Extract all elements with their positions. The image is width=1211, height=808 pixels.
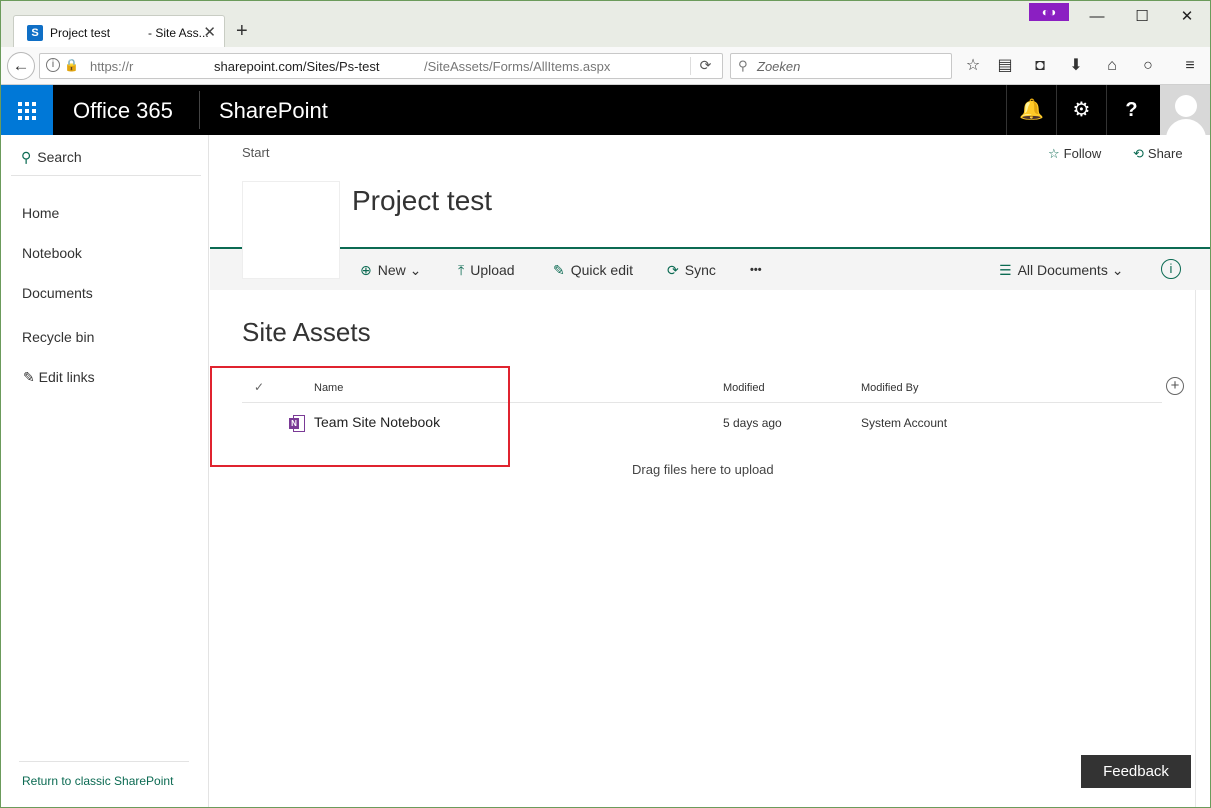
share-button[interactable]: ⟲ Share xyxy=(1133,146,1183,162)
breadcrumb[interactable]: Start xyxy=(242,145,269,160)
star-icon: ☆ xyxy=(1048,146,1060,161)
pencil-icon: ✎ xyxy=(23,369,35,385)
chevron-down-icon: ⌄ xyxy=(409,262,422,278)
feedback-button[interactable]: Feedback xyxy=(1081,755,1191,788)
lock-icon: 🔒 xyxy=(64,58,79,72)
annotation-highlight-box xyxy=(210,366,510,467)
command-bar: ⊕ New ⌄ ⤒ Upload ✎ Quick edit ⟳ Sync ••• ☰ Al… xyxy=(210,249,1210,290)
new-button[interactable]: ⊕ New ⌄ xyxy=(360,262,421,279)
sync-button[interactable]: ⟳ Sync xyxy=(667,262,716,279)
info-icon[interactable]: i xyxy=(1161,259,1181,279)
upload-button[interactable]: ⤒ Upload xyxy=(458,262,515,279)
library-title: Site Assets xyxy=(242,317,371,347)
tab-title-suffix: - Site Ass... xyxy=(148,26,209,40)
url-domain: sharepoint.com/Sites/Ps-test xyxy=(214,59,380,74)
sync-label: Sync xyxy=(684,262,716,278)
left-navigation: ⚲ Search Home Notebook Documents Recycle … xyxy=(1,135,209,807)
reload-icon[interactable]: ⟳ xyxy=(690,57,720,75)
new-label: New xyxy=(377,262,406,278)
share-icon: ⟲ xyxy=(1133,146,1144,161)
content-scrollbar[interactable] xyxy=(1195,290,1210,807)
quick-edit-button[interactable]: ✎ Quick edit xyxy=(553,262,633,279)
sharepoint-favicon-icon: S xyxy=(27,25,43,41)
chevron-down-icon: ⌄ xyxy=(1111,262,1124,278)
site-logo[interactable] xyxy=(242,181,340,279)
sync-icon: ⟳ xyxy=(667,262,679,278)
notifications-bell-icon[interactable]: 🔔 xyxy=(1006,85,1056,135)
bookmark-star-icon[interactable]: ☆ xyxy=(962,56,984,78)
column-header-modified[interactable]: Modified xyxy=(723,382,765,394)
sharepoint-link[interactable]: SharePoint xyxy=(219,98,328,124)
plus-circle-icon: ⊕ xyxy=(360,262,372,278)
nav-item-documents[interactable]: Documents xyxy=(22,285,93,301)
edit-links-label: Edit links xyxy=(38,369,95,385)
pocket-icon[interactable]: ◘ xyxy=(1029,56,1051,78)
address-bar[interactable]: i 🔒 https://r sharepoint.com/Sites/Ps-te… xyxy=(39,53,723,79)
view-label: All Documents xyxy=(1017,262,1108,278)
follow-label: Follow xyxy=(1063,146,1102,161)
nav-divider xyxy=(19,761,189,762)
nav-item-home[interactable]: Home xyxy=(22,205,59,221)
url-path: /SiteAssets/Forms/AllItems.aspx xyxy=(424,59,611,74)
download-icon[interactable]: ⬇ xyxy=(1065,56,1087,78)
drag-upload-hint: Drag files here to upload xyxy=(632,462,774,477)
nav-search[interactable]: ⚲ Search xyxy=(21,149,82,166)
file-modified: 5 days ago xyxy=(723,416,782,430)
office-suite-bar: Office 365 SharePoint 🔔 ⚙ ? xyxy=(1,85,1210,135)
column-header-modified-by[interactable]: Modified By xyxy=(861,382,918,394)
home-icon[interactable]: ⌂ xyxy=(1101,56,1123,78)
url-prefix: https://r xyxy=(90,59,134,74)
nav-item-notebook[interactable]: Notebook xyxy=(22,245,82,261)
browser-tab[interactable]: S Project test - Site Ass... ✕ xyxy=(13,15,225,47)
upload-icon: ⤒ xyxy=(458,262,465,278)
view-selector[interactable]: ☰ All Documents ⌄ xyxy=(999,262,1123,279)
add-column-icon[interactable]: + xyxy=(1166,377,1184,395)
new-tab-button[interactable]: + xyxy=(236,19,248,43)
maximize-button[interactable]: ☐ xyxy=(1119,4,1165,30)
nav-search-label: Search xyxy=(37,149,82,165)
suite-divider xyxy=(199,91,200,129)
quick-edit-label: Quick edit xyxy=(570,262,633,278)
nav-divider xyxy=(11,175,201,176)
browser-navbar: ← i 🔒 https://r sharepoint.com/Sites/Ps-… xyxy=(1,47,1210,85)
help-icon[interactable]: ? xyxy=(1106,85,1156,135)
site-info-icon[interactable]: i xyxy=(46,58,60,72)
search-icon: ⚲ xyxy=(21,149,32,165)
browser-tabbar: S Project test - Site Ass... ✕ + ◐◑ — ☐ … xyxy=(1,1,1210,47)
tab-title: Project test xyxy=(50,26,111,40)
pencil-icon: ✎ xyxy=(553,262,565,278)
settings-gear-icon[interactable]: ⚙ xyxy=(1056,85,1106,135)
back-button[interactable]: ← xyxy=(7,52,35,80)
office365-link[interactable]: Office 365 xyxy=(73,98,173,124)
private-browsing-mask-icon: ◐◑ xyxy=(1029,3,1069,21)
edit-links-button[interactable]: ✎ Edit links xyxy=(23,369,95,386)
close-window-button[interactable]: ✕ xyxy=(1164,4,1210,30)
browser-window: S Project test - Site Ass... ✕ + ◐◑ — ☐ … xyxy=(0,0,1211,808)
search-placeholder: Zoeken xyxy=(757,59,801,74)
minimize-button[interactable]: — xyxy=(1074,4,1120,30)
return-classic-link[interactable]: Return to classic SharePoint xyxy=(22,774,173,788)
upload-label: Upload xyxy=(470,262,515,278)
share-label: Share xyxy=(1147,146,1183,161)
follow-button[interactable]: ☆ Follow xyxy=(1048,146,1101,162)
browser-search-input[interactable]: ⚲ Zoeken xyxy=(730,53,952,79)
nav-item-recycle-bin[interactable]: Recycle bin xyxy=(22,329,94,345)
chat-icon[interactable]: ○ xyxy=(1137,56,1159,78)
search-icon: ⚲ xyxy=(738,58,748,73)
app-launcher-icon[interactable] xyxy=(1,85,53,135)
more-options-button[interactable]: ••• xyxy=(750,264,762,276)
site-title[interactable]: Project test xyxy=(352,185,492,217)
list-view-icon: ☰ xyxy=(999,262,1012,278)
tab-close-icon[interactable]: ✕ xyxy=(203,23,216,41)
user-avatar[interactable] xyxy=(1160,85,1210,135)
file-modified-by[interactable]: System Account xyxy=(861,416,947,430)
menu-icon[interactable]: ≡ xyxy=(1179,56,1201,78)
reading-list-icon[interactable]: ▤ xyxy=(994,56,1016,78)
